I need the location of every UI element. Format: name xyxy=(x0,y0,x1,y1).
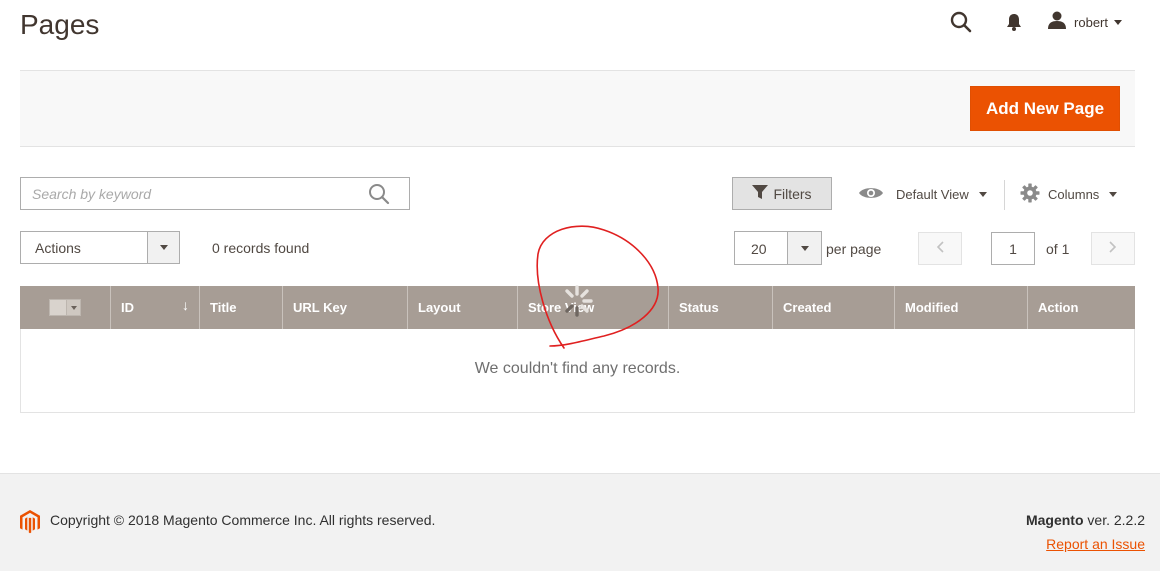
mass-select-header xyxy=(20,286,111,329)
chevron-down-icon xyxy=(1109,191,1118,197)
column-header-layout[interactable]: Layout xyxy=(408,286,518,329)
bell-icon[interactable] xyxy=(1001,9,1027,35)
next-page-button[interactable] xyxy=(1091,232,1135,265)
chevron-left-icon xyxy=(936,240,944,258)
mass-actions-select[interactable]: Actions xyxy=(20,231,180,264)
chevron-down-icon xyxy=(787,232,821,264)
version-number: ver. 2.2.2 xyxy=(1087,512,1145,528)
user-name: robert xyxy=(1074,14,1108,30)
page-title: Pages xyxy=(20,9,100,40)
view-label: Default View xyxy=(896,186,969,202)
user-menu[interactable]: robert xyxy=(1047,11,1122,34)
column-header-title[interactable]: Title xyxy=(200,286,283,329)
page-actions-bar: Add New Page xyxy=(20,70,1135,147)
add-new-page-button[interactable]: Add New Page xyxy=(970,86,1120,131)
search-input[interactable] xyxy=(21,178,361,209)
records-found: 0 records found xyxy=(212,240,310,256)
current-page-input[interactable] xyxy=(991,232,1035,265)
toolbar-divider xyxy=(1004,180,1005,210)
view-switcher[interactable]: Default View xyxy=(858,180,987,208)
per-page-label: per page xyxy=(826,241,882,257)
report-issue-link[interactable]: Report an Issue xyxy=(1046,536,1145,552)
mass-actions-label: Actions xyxy=(35,240,81,256)
column-header-modified[interactable]: Modified xyxy=(895,286,1028,329)
column-header-url-key[interactable]: URL Key xyxy=(283,286,408,329)
eye-icon xyxy=(858,185,884,204)
user-icon xyxy=(1047,11,1067,34)
column-header-id[interactable]: ID ↓ xyxy=(111,286,200,329)
version-info: Magento ver. 2.2.2 xyxy=(1026,512,1145,528)
funnel-icon xyxy=(752,185,773,202)
per-page-value: 20 xyxy=(751,241,767,257)
sort-desc-icon: ↓ xyxy=(182,297,189,313)
column-header-action[interactable]: Action xyxy=(1028,286,1135,329)
search-icon[interactable] xyxy=(367,182,391,206)
filters-button[interactable]: Filters xyxy=(732,177,832,210)
chevron-down-icon xyxy=(978,191,987,197)
column-header-status[interactable]: Status xyxy=(669,286,773,329)
copyright-text: Copyright © 2018 Magento Commerce Inc. A… xyxy=(50,512,436,528)
header-actions: robert xyxy=(948,8,1122,36)
columns-label: Columns xyxy=(1048,186,1100,202)
columns-control[interactable]: Columns xyxy=(1020,180,1118,208)
gear-icon xyxy=(1020,183,1040,206)
per-page-select[interactable]: 20 xyxy=(734,231,822,265)
keyword-search xyxy=(20,177,410,210)
magento-logo-icon xyxy=(20,510,40,539)
version-brand: Magento xyxy=(1025,512,1084,528)
previous-page-button[interactable] xyxy=(918,232,962,265)
filters-label: Filters xyxy=(773,185,812,202)
mass-select-checkbox[interactable] xyxy=(49,299,81,316)
empty-grid-message: We couldn't find any records. xyxy=(474,360,681,377)
page-footer: Copyright © 2018 Magento Commerce Inc. A… xyxy=(0,473,1160,571)
chevron-right-icon xyxy=(1109,240,1117,258)
search-icon[interactable] xyxy=(948,9,974,35)
loading-spinner-icon xyxy=(565,285,593,317)
chevron-down-icon xyxy=(1114,19,1122,25)
chevron-down-icon xyxy=(147,232,179,263)
page-total: of 1 xyxy=(1046,241,1070,257)
column-header-created[interactable]: Created xyxy=(773,286,895,329)
